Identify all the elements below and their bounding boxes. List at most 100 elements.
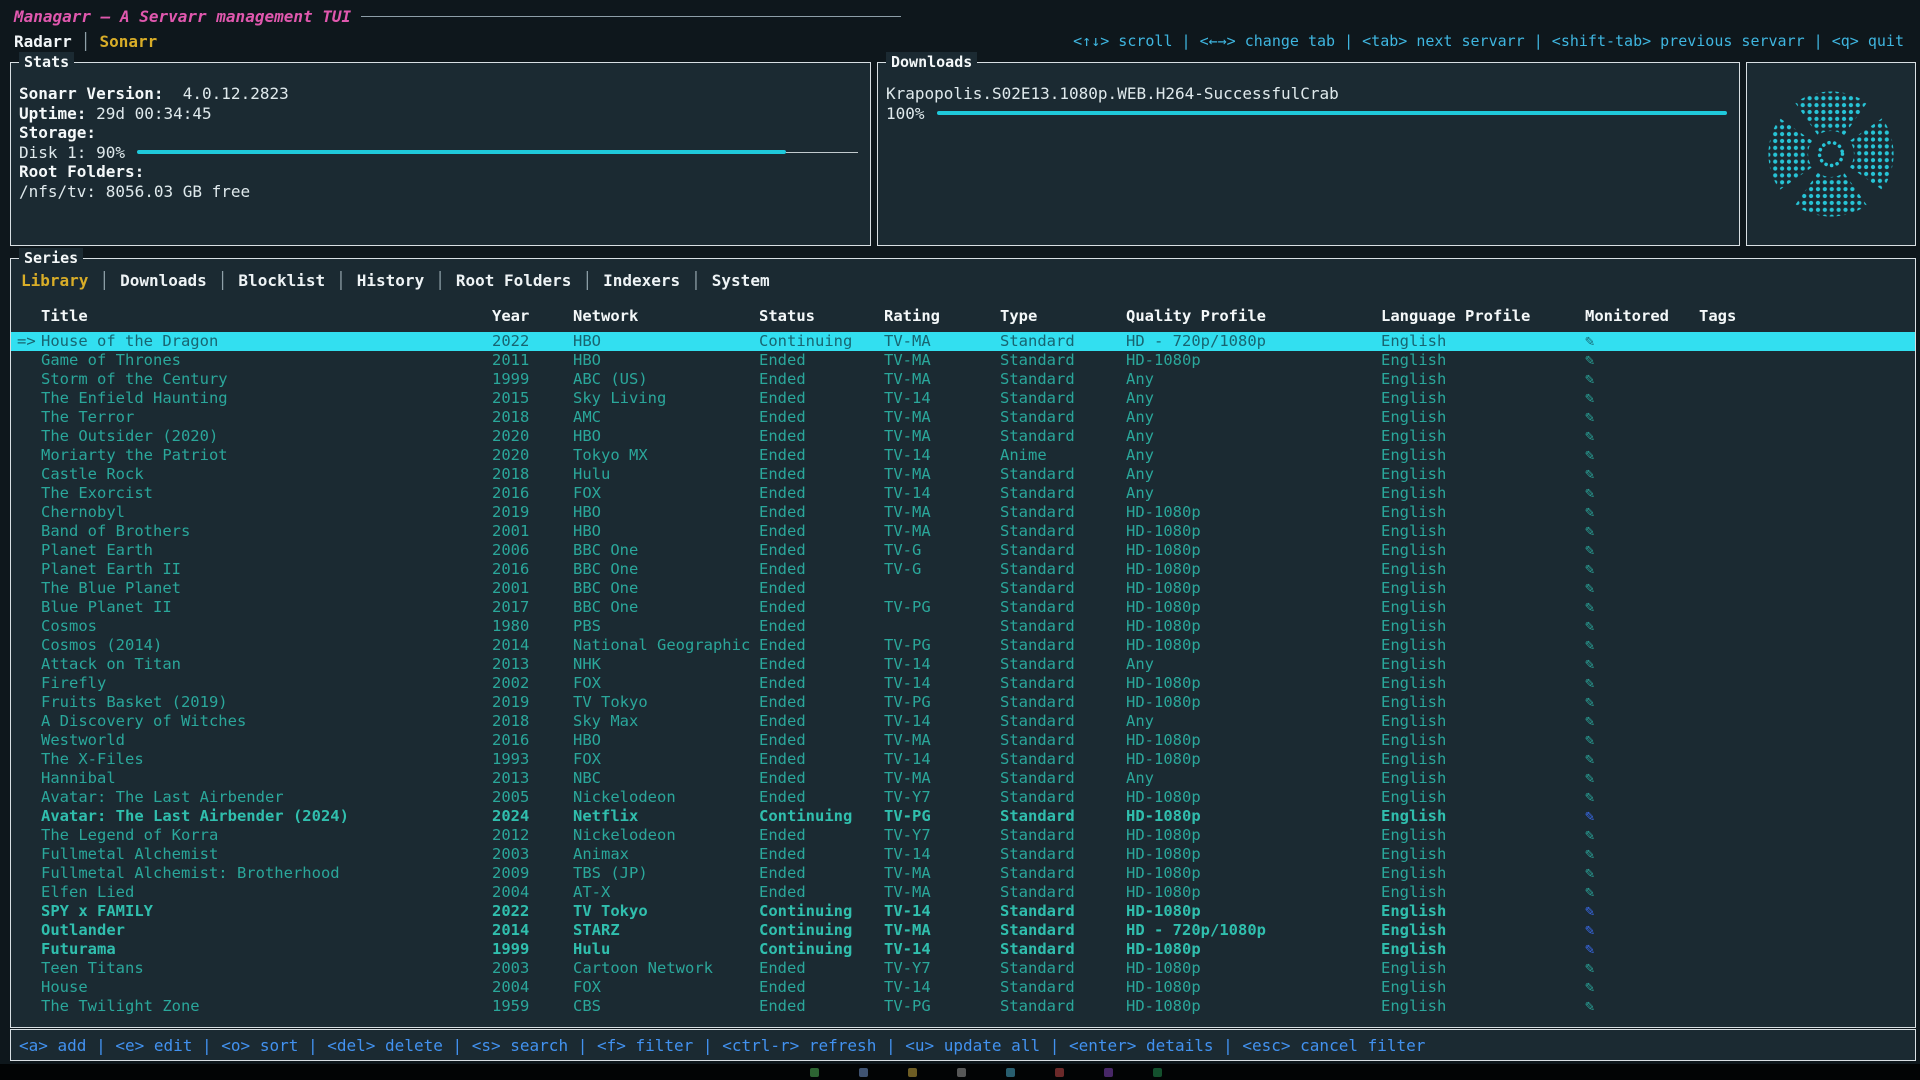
monitored-icon: ✎ xyxy=(1585,750,1699,769)
table-row[interactable]: The Exorcist2016FOXEndedTV-14StandardAny… xyxy=(11,484,1915,503)
row-selection-marker xyxy=(17,427,41,446)
cell-tags xyxy=(1699,655,1915,674)
cell-rating: TV-Y7 xyxy=(884,788,1000,807)
row-selection-marker xyxy=(17,921,41,940)
table-row[interactable]: The Twilight Zone1959CBSEndedTV-PGStanda… xyxy=(11,997,1915,1016)
tab-sonarr[interactable]: Sonarr xyxy=(99,32,157,51)
table-row[interactable]: Game of Thrones2011HBOEndedTV-MAStandard… xyxy=(11,351,1915,370)
cell-network: CBS xyxy=(573,997,759,1016)
table-row[interactable]: Fruits Basket (2019)2019TV TokyoEndedTV-… xyxy=(11,693,1915,712)
cell-network: HBO xyxy=(573,522,759,541)
cell-network: AMC xyxy=(573,408,759,427)
cell-network: FOX xyxy=(573,978,759,997)
cell-tags xyxy=(1699,788,1915,807)
cell-type: Standard xyxy=(1000,598,1126,617)
cell-status: Ended xyxy=(759,674,884,693)
cell-title: Fruits Basket (2019) xyxy=(41,693,492,712)
series-tab-history[interactable]: History xyxy=(346,271,435,290)
series-tab-blocklist[interactable]: Blocklist xyxy=(227,271,336,290)
monitored-icon: ✎ xyxy=(1585,807,1699,826)
monitored-icon: ✎ xyxy=(1585,826,1699,845)
cell-rating: TV-PG xyxy=(884,636,1000,655)
table-row[interactable]: SPY x FAMILY2022TV TokyoContinuingTV-14S… xyxy=(11,902,1915,921)
cell-quality: HD-1080p xyxy=(1126,598,1381,617)
series-tab-root-folders[interactable]: Root Folders xyxy=(445,271,583,290)
cell-type: Standard xyxy=(1000,560,1126,579)
table-row[interactable]: The X-Files1993FOXEndedTV-14StandardHD-1… xyxy=(11,750,1915,769)
table-row[interactable]: A Discovery of Witches2018Sky MaxEndedTV… xyxy=(11,712,1915,731)
table-row[interactable]: The Blue Planet2001BBC OneEndedStandardH… xyxy=(11,579,1915,598)
series-tab-indexers[interactable]: Indexers xyxy=(592,271,691,290)
row-selection-marker xyxy=(17,541,41,560)
cell-tags xyxy=(1699,902,1915,921)
table-row[interactable]: Westworld2016HBOEndedTV-MAStandardHD-108… xyxy=(11,731,1915,750)
series-tab-system[interactable]: System xyxy=(701,271,781,290)
cell-quality: Any xyxy=(1126,389,1381,408)
cell-language: English xyxy=(1381,541,1585,560)
table-row[interactable]: The Enfield Haunting2015Sky LivingEndedT… xyxy=(11,389,1915,408)
table-row[interactable]: Teen Titans2003Cartoon NetworkEndedTV-Y7… xyxy=(11,959,1915,978)
stat-root-folder-value: /nfs/tv: 8056.03 GB free xyxy=(19,182,860,202)
monitored-icon: ✎ xyxy=(1585,503,1699,522)
table-row[interactable]: Avatar: The Last Airbender (2024)2024Net… xyxy=(11,807,1915,826)
monitored-icon: ✎ xyxy=(1585,351,1699,370)
table-row[interactable]: Outlander2014STARZContinuingTV-MAStandar… xyxy=(11,921,1915,940)
table-row[interactable]: Cosmos (2014)2014National GeographicEnde… xyxy=(11,636,1915,655)
table-row[interactable]: Fullmetal Alchemist2003AnimaxEndedTV-14S… xyxy=(11,845,1915,864)
cell-status: Ended xyxy=(759,769,884,788)
taskbar-strip xyxy=(0,1064,1920,1080)
table-row[interactable]: Firefly2002FOXEndedTV-14StandardHD-1080p… xyxy=(11,674,1915,693)
cell-title: House xyxy=(41,978,492,997)
cell-tags xyxy=(1699,712,1915,731)
cell-title: Cosmos xyxy=(41,617,492,636)
cell-quality: HD-1080p xyxy=(1126,807,1381,826)
table-row[interactable]: The Terror2018AMCEndedTV-MAStandardAnyEn… xyxy=(11,408,1915,427)
cell-rating: TV-MA xyxy=(884,883,1000,902)
cell-tags xyxy=(1699,750,1915,769)
cell-tags xyxy=(1699,769,1915,788)
table-row[interactable]: Castle Rock2018HuluEndedTV-MAStandardAny… xyxy=(11,465,1915,484)
cell-type: Standard xyxy=(1000,693,1126,712)
taskbar-icon xyxy=(1006,1068,1015,1077)
table-row[interactable]: The Outsider (2020)2020HBOEndedTV-MAStan… xyxy=(11,427,1915,446)
table-row[interactable]: Planet Earth II2016BBC OneEndedTV-GStand… xyxy=(11,560,1915,579)
table-row[interactable]: Chernobyl2019HBOEndedTV-MAStandardHD-108… xyxy=(11,503,1915,522)
cell-language: English xyxy=(1381,427,1585,446)
cell-tags xyxy=(1699,332,1915,351)
row-selection-marker xyxy=(17,731,41,750)
cell-year: 2017 xyxy=(492,598,573,617)
tab-radarr[interactable]: Radarr xyxy=(14,32,72,51)
table-row[interactable]: Cosmos1980PBSEndedStandardHD-1080pEnglis… xyxy=(11,617,1915,636)
table-row[interactable]: Band of Brothers2001HBOEndedTV-MAStandar… xyxy=(11,522,1915,541)
table-row[interactable]: Planet Earth2006BBC OneEndedTV-GStandard… xyxy=(11,541,1915,560)
cell-status: Ended xyxy=(759,693,884,712)
series-tab-library[interactable]: Library xyxy=(19,271,99,290)
cell-quality: HD-1080p xyxy=(1126,902,1381,921)
table-row[interactable]: Attack on Titan2013NHKEndedTV-14Standard… xyxy=(11,655,1915,674)
table-row[interactable]: =>House of the Dragon2022HBOContinuingTV… xyxy=(11,332,1915,351)
cell-year: 2022 xyxy=(492,902,573,921)
table-row[interactable]: The Legend of Korra2012NickelodeonEndedT… xyxy=(11,826,1915,845)
table-row[interactable]: Elfen Lied2004AT-XEndedTV-MAStandardHD-1… xyxy=(11,883,1915,902)
table-row[interactable]: House2004FOXEndedTV-14StandardHD-1080pEn… xyxy=(11,978,1915,997)
row-selection-marker xyxy=(17,617,41,636)
cell-year: 2020 xyxy=(492,427,573,446)
cell-network: TV Tokyo xyxy=(573,693,759,712)
table-row[interactable]: Moriarty the Patriot2020Tokyo MXEndedTV-… xyxy=(11,446,1915,465)
table-row[interactable]: Fullmetal Alchemist: Brotherhood2009TBS … xyxy=(11,864,1915,883)
download-gauge xyxy=(937,111,1727,115)
cell-network: FOX xyxy=(573,484,759,503)
table-row[interactable]: Futurama1999HuluContinuingTV-14StandardH… xyxy=(11,940,1915,959)
cell-network: TBS (JP) xyxy=(573,864,759,883)
uptime-label: Uptime: xyxy=(19,104,86,123)
table-row[interactable]: Blue Planet II2017BBC OneEndedTV-PGStand… xyxy=(11,598,1915,617)
cell-year: 2018 xyxy=(492,712,573,731)
series-panel-title: Series xyxy=(19,248,83,268)
series-tab-downloads[interactable]: Downloads xyxy=(109,271,218,290)
table-row[interactable]: Storm of the Century1999ABC (US)EndedTV-… xyxy=(11,370,1915,389)
cell-title: Avatar: The Last Airbender xyxy=(41,788,492,807)
table-row[interactable]: Hannibal2013NBCEndedTV-MAStandardAnyEngl… xyxy=(11,769,1915,788)
table-row[interactable]: Avatar: The Last Airbender2005Nickelodeo… xyxy=(11,788,1915,807)
cell-title: Blue Planet II xyxy=(41,598,492,617)
cell-rating: TV-MA xyxy=(884,769,1000,788)
